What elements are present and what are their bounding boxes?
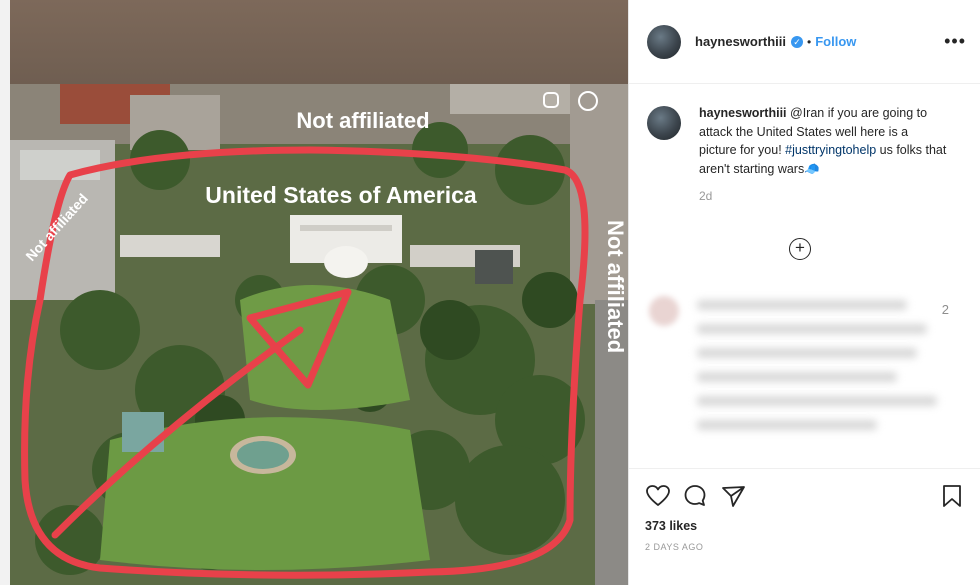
- label-united-states: United States of America: [205, 182, 477, 208]
- heart-icon[interactable]: [645, 484, 671, 508]
- action-icons: [645, 483, 963, 509]
- caption-avatar[interactable]: [647, 106, 681, 140]
- likes-count[interactable]: 373 likes: [645, 519, 963, 533]
- share-icon[interactable]: [721, 484, 747, 508]
- more-icon[interactable]: •••: [944, 31, 966, 52]
- post-sidebar: haynesworthiii ✓ • Follow ••• hayneswort…: [628, 0, 980, 585]
- caption-hashtag[interactable]: #justtryingtohelp: [785, 143, 876, 157]
- blurred-avatar: [649, 296, 679, 326]
- post-actions: 373 likes 2 DAYS AGO: [629, 468, 980, 552]
- avatar[interactable]: [647, 24, 681, 59]
- label-not-affiliated-right: Not affiliated: [603, 220, 628, 353]
- post-header: haynesworthiii ✓ • Follow •••: [629, 0, 980, 84]
- blurred-comments: 2: [647, 288, 957, 460]
- separator-dot: •: [807, 34, 812, 49]
- follow-button[interactable]: Follow: [815, 34, 856, 49]
- instagram-post-screen: Not affiliated United States of America …: [0, 0, 980, 585]
- bookmark-icon[interactable]: [941, 484, 963, 508]
- caption: haynesworthiii @Iran if you are going to…: [629, 84, 980, 206]
- caption-username[interactable]: haynesworthiii: [699, 106, 787, 120]
- add-comments-icon[interactable]: +: [789, 238, 811, 260]
- caption-timestamp: 2d: [699, 189, 713, 203]
- label-not-affiliated-top: Not affiliated: [296, 108, 429, 133]
- post-photo[interactable]: Not affiliated United States of America …: [10, 0, 628, 585]
- header-username[interactable]: haynesworthiii: [695, 34, 786, 49]
- verified-icon: ✓: [791, 35, 804, 48]
- caption-body: haynesworthiii @Iran if you are going to…: [699, 104, 949, 206]
- comment-icon[interactable]: [683, 484, 709, 508]
- post-timestamp: 2 DAYS AGO: [645, 542, 704, 552]
- white-house-aerial-image: Not affiliated United States of America …: [10, 0, 628, 585]
- blurred-comment-count: 2: [941, 302, 949, 317]
